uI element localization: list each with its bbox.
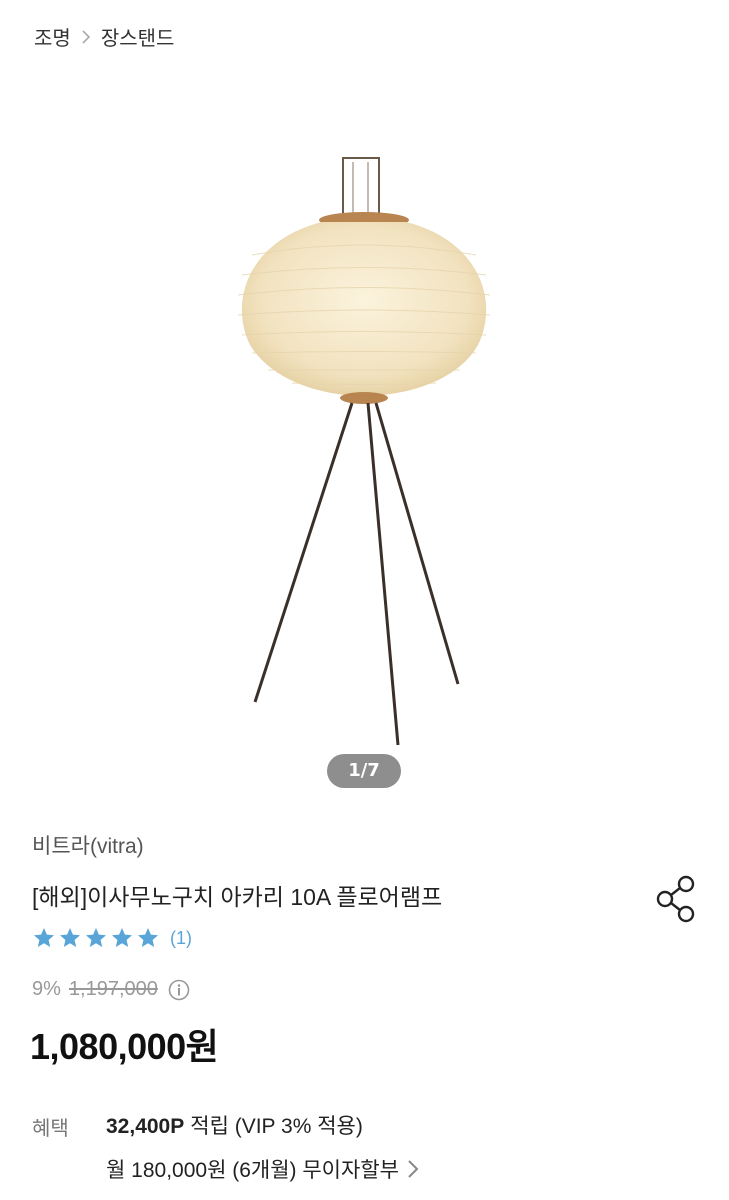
star-icon <box>60 928 80 947</box>
review-count[interactable]: (1) <box>170 928 192 949</box>
chevron-right-icon <box>408 1160 419 1178</box>
product-title: [해외]이사무노구치 아카리 10A 플로어램프 <box>32 884 443 910</box>
share-button[interactable] <box>654 874 700 924</box>
original-price: 1,197,000 <box>68 978 158 1000</box>
star-icon <box>34 928 54 947</box>
benefit-label: 혜택 <box>32 1118 69 1140</box>
product-image <box>237 157 491 746</box>
product-image-gallery[interactable]: 1/7 <box>0 70 729 810</box>
points-info: 32,400P 적립 (VIP 3% 적용) <box>106 1110 363 1140</box>
breadcrumb: 조명 장스탠드 <box>34 22 174 51</box>
installment-link[interactable]: 월 180,000원 (6개월) 무이자할부 <box>106 1154 419 1184</box>
installment-text: 월 180,000원 (6개월) 무이자할부 <box>106 1159 399 1182</box>
breadcrumb-item-floor-lamp[interactable]: 장스탠드 <box>101 22 175 51</box>
chevron-right-icon <box>81 29 91 45</box>
share-icon <box>656 875 695 923</box>
points-suffix: 적립 (VIP 3% 적용) <box>190 1115 363 1138</box>
star-icon <box>138 928 158 947</box>
star-icon <box>86 928 106 947</box>
brand-name[interactable]: 비트라(vitra) <box>32 830 144 860</box>
discount-row: 9% 1,197,000 <box>32 978 190 1001</box>
discount-rate: 9% <box>32 978 61 1000</box>
image-counter: 1/7 <box>327 754 401 788</box>
points-amount: 32,400P <box>106 1115 185 1138</box>
rating[interactable]: (1) <box>32 926 192 950</box>
sale-price: 1,080,000원 <box>30 1026 219 1067</box>
info-icon[interactable] <box>168 979 190 1001</box>
star-icon <box>112 928 132 947</box>
breadcrumb-item-lighting[interactable]: 조명 <box>34 22 71 51</box>
